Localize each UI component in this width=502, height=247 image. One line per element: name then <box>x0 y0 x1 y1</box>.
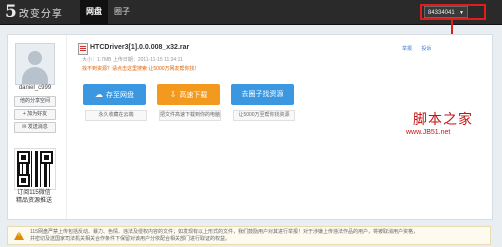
find-in-circle-button[interactable]: 去圈子找资源 <box>231 84 294 105</box>
notice-line: 115网盘严禁上传包括反动、暴力、色情、违法及侵权内容的文件；如发现有以上形式的… <box>30 229 418 235</box>
search-help-link[interactable]: 找不到资源？请点击这里搜索 让5000万网友帮你找！ <box>82 65 200 72</box>
main-nav: 网盘 圈子 <box>80 0 136 24</box>
save-to-disk-button[interactable]: ☁ 存至网盘 <box>83 84 146 105</box>
find-in-circle-hint: 让5000万至帮你找资源 <box>233 110 295 121</box>
send-message-button[interactable]: ✉ 发送消息 <box>14 122 56 133</box>
find-in-circle-label: 去圈子找资源 <box>241 91 284 98</box>
logo-mark: 5 <box>5 2 17 22</box>
qr-caption-line: 订阅115微信 <box>17 190 51 196</box>
download-button[interactable]: ⇩ 高速下载 <box>157 84 220 105</box>
file-meta: 大小：1.7MB 上传日期：2011-11-15 11:34:11 <box>82 57 183 63</box>
watermark-title: 脚本之家 <box>413 112 473 128</box>
notice-text: 115网盘严禁上传包括反动、暴力、色情、违法及侵权内容的文件；如发现有以上形式的… <box>30 229 488 243</box>
add-friend-button[interactable]: + 加为好友 <box>14 109 56 120</box>
report-link[interactable]: 举报 <box>402 46 412 52</box>
qr-caption-line: 精品资源推送 <box>15 198 52 204</box>
cloud-icon: ☁ <box>95 90 103 99</box>
warning-icon <box>14 231 24 240</box>
save-to-disk-hint: 永久收藏在云端 <box>85 110 147 121</box>
legal-notice: 115网盘严禁上传包括反动、暴力、色情、违法及侵权内容的文件；如发现有以上形式的… <box>7 226 491 245</box>
qr-caption: 订阅115微信 精品资源推送 <box>12 189 56 205</box>
file-icon <box>78 43 88 55</box>
avatar-body <box>22 67 48 84</box>
qr-code <box>14 148 56 190</box>
logo-text: 改变分享 <box>18 8 63 20</box>
report-links: 举报 投诉 <box>394 45 431 52</box>
download-hint: 把文件高速下载到你的电脑 <box>159 110 221 121</box>
logo[interactable]: 5 改变分享 <box>5 3 63 21</box>
file-panel: daniel_c999 他的分享空间 + 加为好友 ✉ 发送消息 订阅115微信… <box>7 34 493 220</box>
file-name: HTCDriver3[1].0.0.008_x32.rar <box>90 44 190 51</box>
share-space-button[interactable]: 他的分享空间 <box>14 96 56 107</box>
download-icon: ⇩ <box>169 90 177 99</box>
qr-corner <box>17 174 30 187</box>
uploader-name[interactable]: daniel_c999 <box>15 85 55 91</box>
qr-corner <box>17 151 30 164</box>
qr-corner <box>40 151 53 164</box>
uploader-sidebar: daniel_c999 他的分享空间 + 加为好友 ✉ 发送消息 订阅115微信… <box>8 35 67 219</box>
save-to-disk-label: 存至网盘 <box>106 92 134 99</box>
nav-item-netdisk[interactable]: 网盘 <box>80 0 108 24</box>
notice-line: 并密切及送国家司法机关相关合作条件下保留对该用户分依配合相关部门进行取证的权益。 <box>30 236 231 242</box>
nav-item-circle[interactable]: 圈子 <box>108 0 136 24</box>
download-label: 高速下载 <box>179 92 208 99</box>
watermark-url: www.JB51.net <box>406 129 451 136</box>
complain-link[interactable]: 投诉 <box>421 46 431 52</box>
avatar[interactable] <box>15 43 55 85</box>
avatar-head <box>28 51 42 65</box>
highlight-box <box>420 4 486 20</box>
